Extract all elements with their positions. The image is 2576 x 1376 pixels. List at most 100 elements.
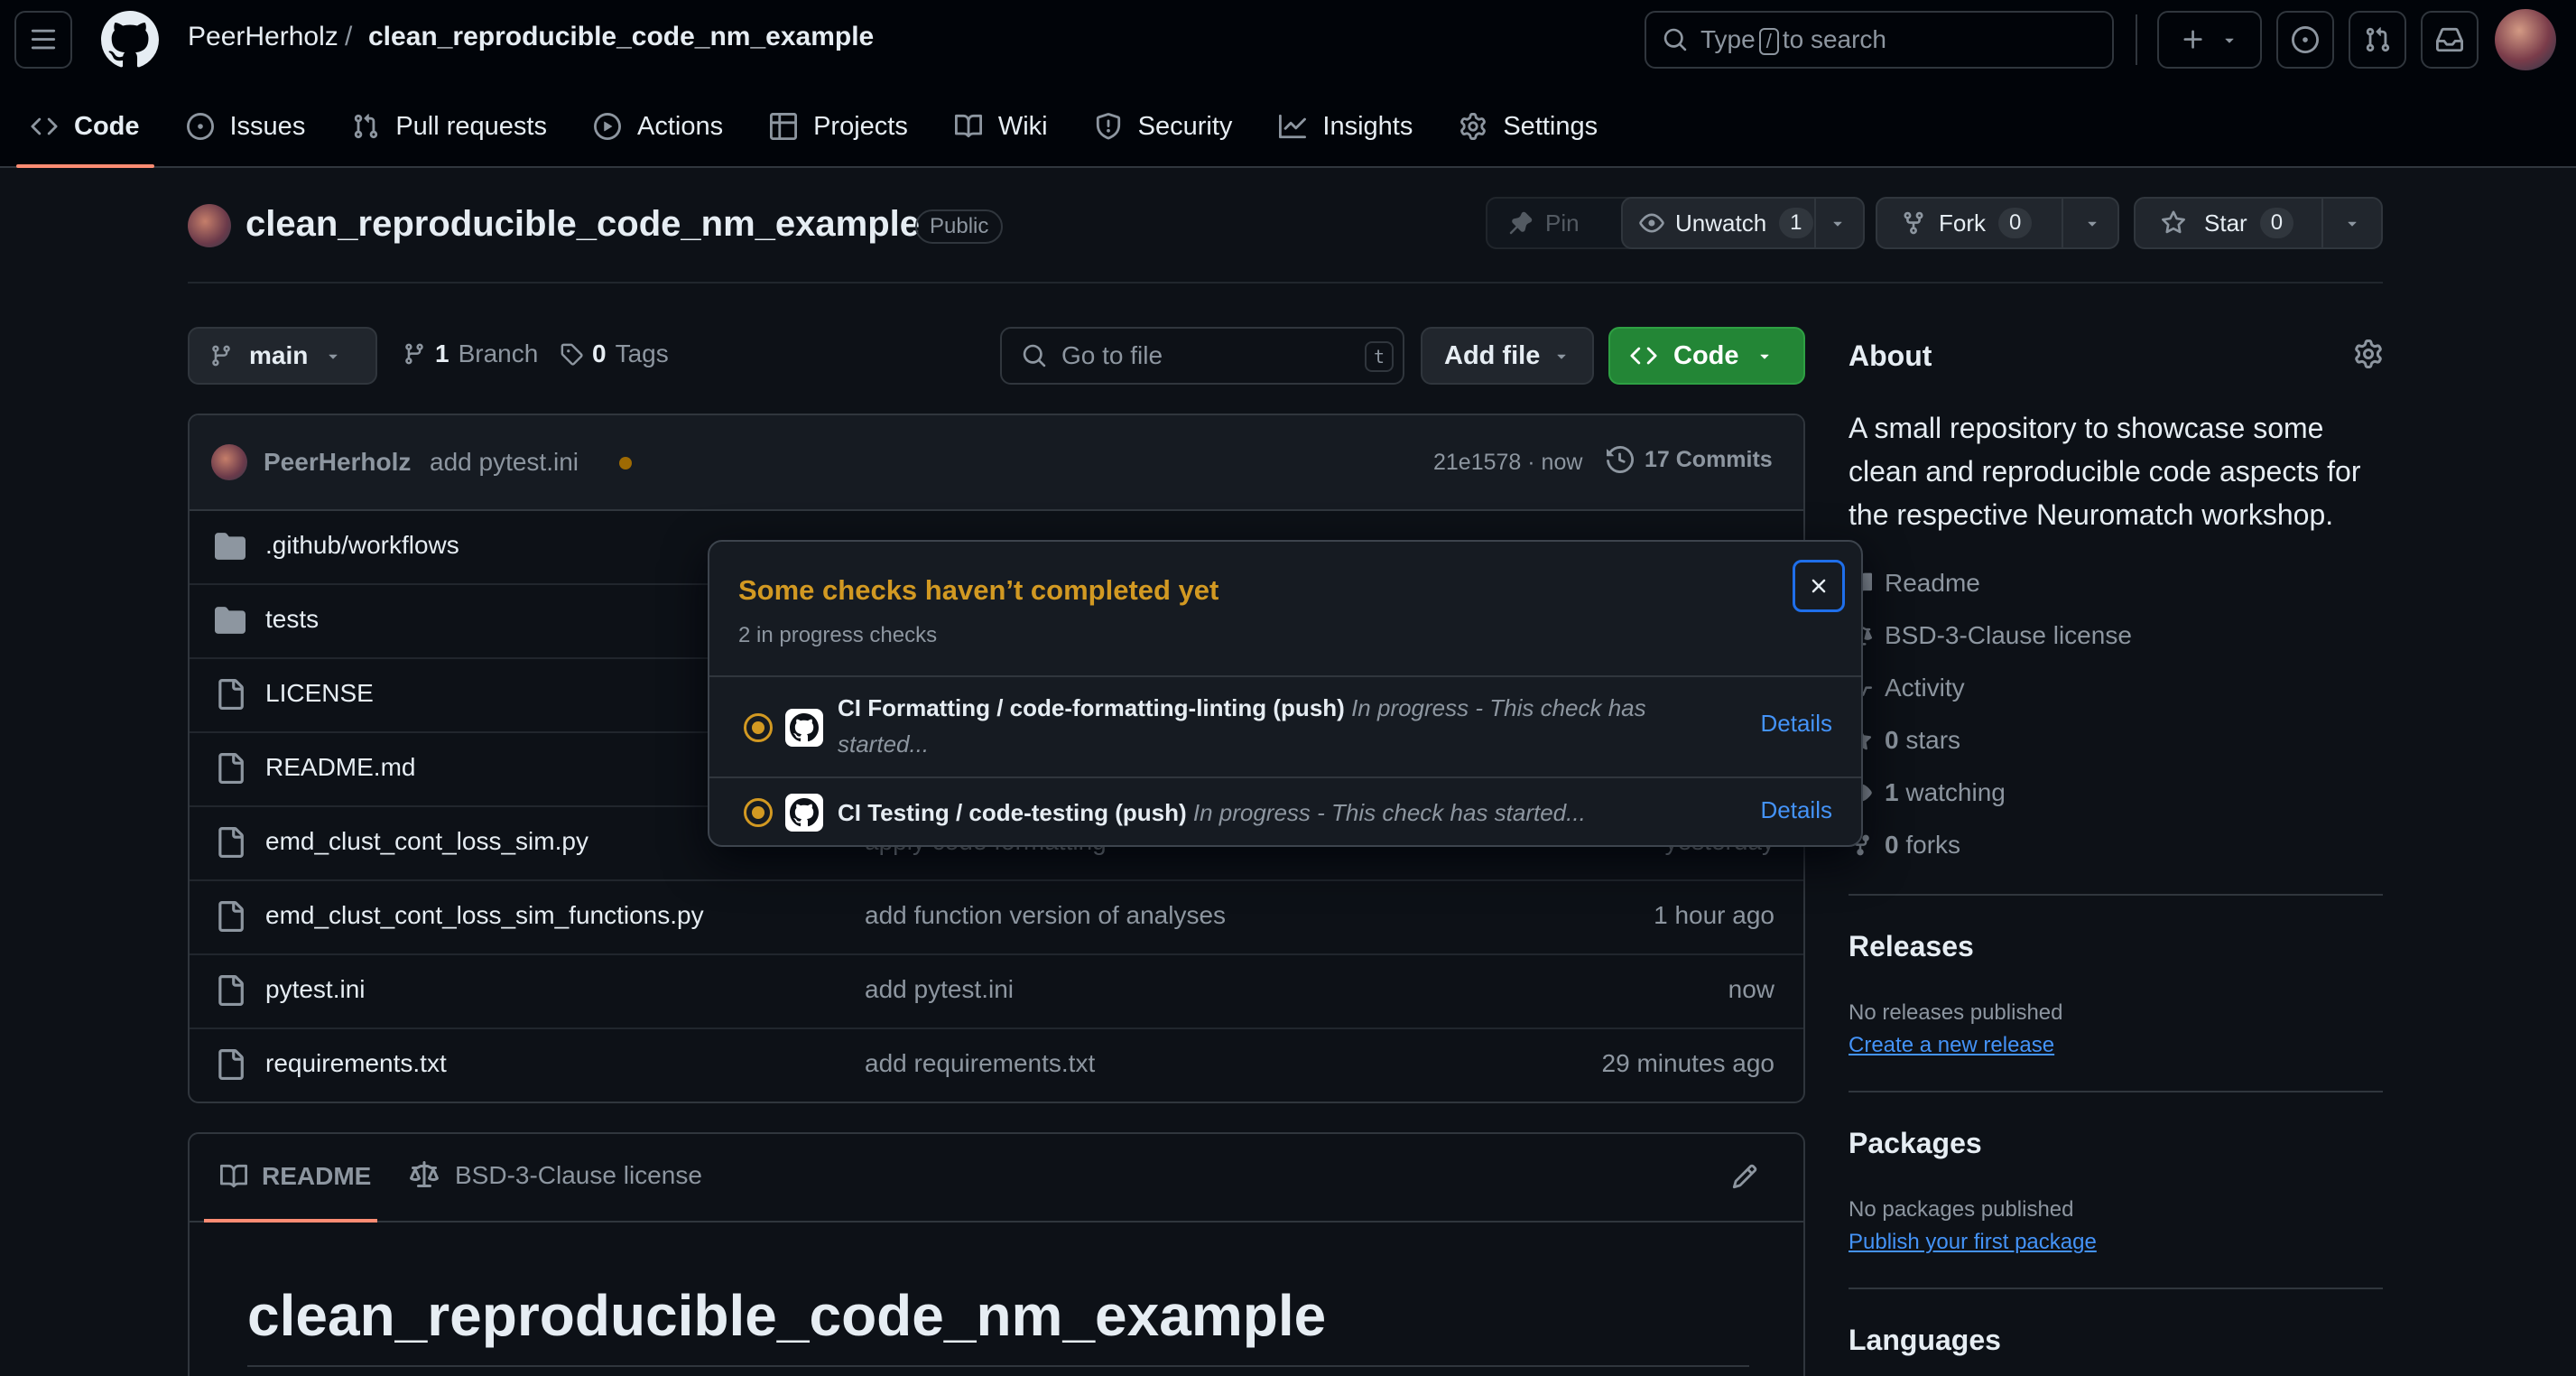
repo-owner-avatar[interactable]: [188, 204, 231, 247]
sidebar-divider: [1849, 1091, 2383, 1092]
file-name[interactable]: pytest.ini: [265, 975, 366, 1004]
sidebar-license-link[interactable]: BSD-3-Clause license: [1849, 618, 2132, 654]
branches-link[interactable]: 1 Branch: [403, 339, 538, 368]
commit-message[interactable]: add pytest.ini: [430, 448, 579, 477]
pull-requests-button[interactable]: [2349, 11, 2406, 69]
triangle-down-icon[interactable]: [1829, 214, 1847, 232]
watch-count: 1: [1779, 208, 1813, 238]
file-name[interactable]: README.md: [265, 753, 415, 782]
breadcrumb-separator: /: [345, 22, 353, 51]
fork-button[interactable]: Fork 0: [1876, 197, 2119, 249]
sidebar-activity-link[interactable]: Activity: [1849, 670, 1965, 706]
file-commit-message[interactable]: add pytest.ini: [865, 975, 1014, 1004]
tab-wiki-label: Wiki: [997, 111, 1048, 141]
search-suffix: to search: [1782, 24, 1886, 53]
inbox-button[interactable]: [2421, 11, 2479, 69]
pin-label: Pin: [1545, 209, 1580, 237]
sidebar-stars-link[interactable]: 0 stars: [1849, 722, 1960, 758]
file-name[interactable]: .github/workflows: [265, 531, 459, 560]
tab-readme[interactable]: README: [204, 1134, 377, 1223]
repo-title[interactable]: clean_reproducible_code_nm_example: [246, 204, 920, 245]
commits-link[interactable]: 17 Commits: [1607, 446, 1773, 473]
file-name[interactable]: emd_clust_cont_loss_sim.py: [265, 827, 588, 856]
check-details-link[interactable]: Details: [1761, 710, 1832, 738]
file-icon: [215, 753, 246, 784]
file-icon: [215, 679, 246, 710]
branch-name: main: [249, 341, 309, 369]
sidebar-readme-link[interactable]: Readme: [1849, 565, 1980, 601]
gear-icon: [2355, 339, 2382, 368]
breadcrumb-repo[interactable]: clean_reproducible_code_nm_example: [368, 22, 874, 52]
file-name[interactable]: requirements.txt: [265, 1049, 447, 1078]
tab-license[interactable]: BSD-3-Clause license: [410, 1161, 702, 1190]
github-logo-icon[interactable]: [101, 11, 159, 69]
tab-actions[interactable]: Actions: [579, 99, 737, 153]
file-commit-message[interactable]: add function version of analyses: [865, 901, 1226, 930]
sidebar-forks-link[interactable]: 0 forks: [1849, 827, 1960, 863]
packages-heading[interactable]: Packages: [1849, 1127, 1982, 1160]
file-icon: [215, 975, 246, 1006]
unwatch-button[interactable]: Unwatch 1: [1621, 197, 1865, 249]
tab-wiki[interactable]: Wiki: [941, 99, 1062, 153]
about-settings-button[interactable]: [2354, 339, 2383, 368]
go-to-file-placeholder: Go to file: [1061, 341, 1163, 369]
search-icon: [1663, 28, 1687, 51]
folder-icon: [215, 531, 246, 562]
issues-button[interactable]: [2276, 11, 2334, 69]
add-file-label: Add file: [1444, 340, 1541, 370]
tags-link[interactable]: 0 Tags: [560, 339, 669, 368]
play-icon: [593, 113, 621, 140]
tab-insights[interactable]: Insights: [1265, 99, 1427, 153]
sidebar-license-label: BSD-3-Clause license: [1885, 621, 2132, 649]
commit-sha-time[interactable]: 21e1578 · now: [1433, 450, 1582, 476]
tab-security[interactable]: Security: [1080, 99, 1247, 153]
table-row[interactable]: emd_clust_cont_loss_sim_functions.py add …: [190, 881, 1803, 955]
publish-package-link[interactable]: Publish your first package: [1849, 1230, 2097, 1255]
tab-code[interactable]: Code: [16, 99, 154, 168]
checks-popover: Some checks haven’t completed yet 2 in p…: [708, 540, 1863, 847]
title-divider: [188, 282, 2383, 284]
tab-projects[interactable]: Projects: [755, 99, 922, 153]
file-name[interactable]: tests: [265, 605, 319, 634]
code-button[interactable]: Code: [1608, 327, 1805, 385]
commit-author-avatar[interactable]: [211, 444, 247, 480]
global-search-input[interactable]: Type / to search: [1645, 11, 2114, 69]
star-button[interactable]: Star 0: [2134, 197, 2383, 249]
triangle-down-icon[interactable]: [2343, 214, 2361, 232]
check-details-link[interactable]: Details: [1761, 796, 1832, 824]
table-row[interactable]: requirements.txt add requirements.txt 29 m…: [190, 1029, 1803, 1102]
file-name[interactable]: emd_clust_cont_loss_sim_functions.py: [265, 901, 704, 930]
triangle-down-icon[interactable]: [2083, 214, 2101, 232]
readme-tabs: README BSD-3-Clause license: [190, 1134, 1803, 1223]
latest-commit-bar: PeerHerholz add pytest.ini 21e1578 · now…: [190, 415, 1803, 511]
menu-button[interactable]: [14, 11, 72, 69]
user-avatar[interactable]: [2495, 9, 2556, 70]
file-commit-date: 29 minutes ago: [1601, 1049, 1774, 1077]
tab-issues[interactable]: Issues: [172, 99, 320, 153]
pending-status-dot-icon[interactable]: [619, 457, 632, 470]
file-commit-message[interactable]: add requirements.txt: [865, 1049, 1095, 1078]
create-new-button[interactable]: [2157, 11, 2262, 69]
star-split-divider: [2321, 199, 2323, 247]
forks-count: 0: [1885, 831, 1899, 859]
table-row[interactable]: pytest.ini add pytest.ini now: [190, 955, 1803, 1029]
breadcrumb-owner[interactable]: PeerHerholz: [188, 22, 338, 52]
sidebar-watching-link[interactable]: 1 watching: [1849, 775, 2006, 811]
header-divider: [2136, 14, 2137, 65]
file-name[interactable]: LICENSE: [265, 679, 374, 708]
file-icon: [215, 901, 246, 932]
fork-count: 0: [1998, 208, 2033, 238]
close-popover-button[interactable]: [1793, 560, 1845, 612]
sidebar-readme-label: Readme: [1885, 569, 1980, 597]
stars-label: stars: [1905, 726, 1961, 754]
tab-settings[interactable]: Settings: [1445, 99, 1612, 153]
branch-select-button[interactable]: main: [188, 327, 377, 385]
readme-heading: clean_reproducible_code_nm_example: [247, 1283, 1327, 1348]
tab-pull-requests[interactable]: Pull requests: [338, 99, 561, 153]
edit-readme-button[interactable]: [1731, 1163, 1758, 1190]
create-release-link[interactable]: Create a new release: [1849, 1033, 2054, 1058]
go-to-file-input[interactable]: Go to file t: [1000, 327, 1404, 385]
releases-heading[interactable]: Releases: [1849, 930, 1974, 963]
add-file-button[interactable]: Add file: [1421, 327, 1594, 385]
commit-author[interactable]: PeerHerholz: [264, 448, 411, 477]
